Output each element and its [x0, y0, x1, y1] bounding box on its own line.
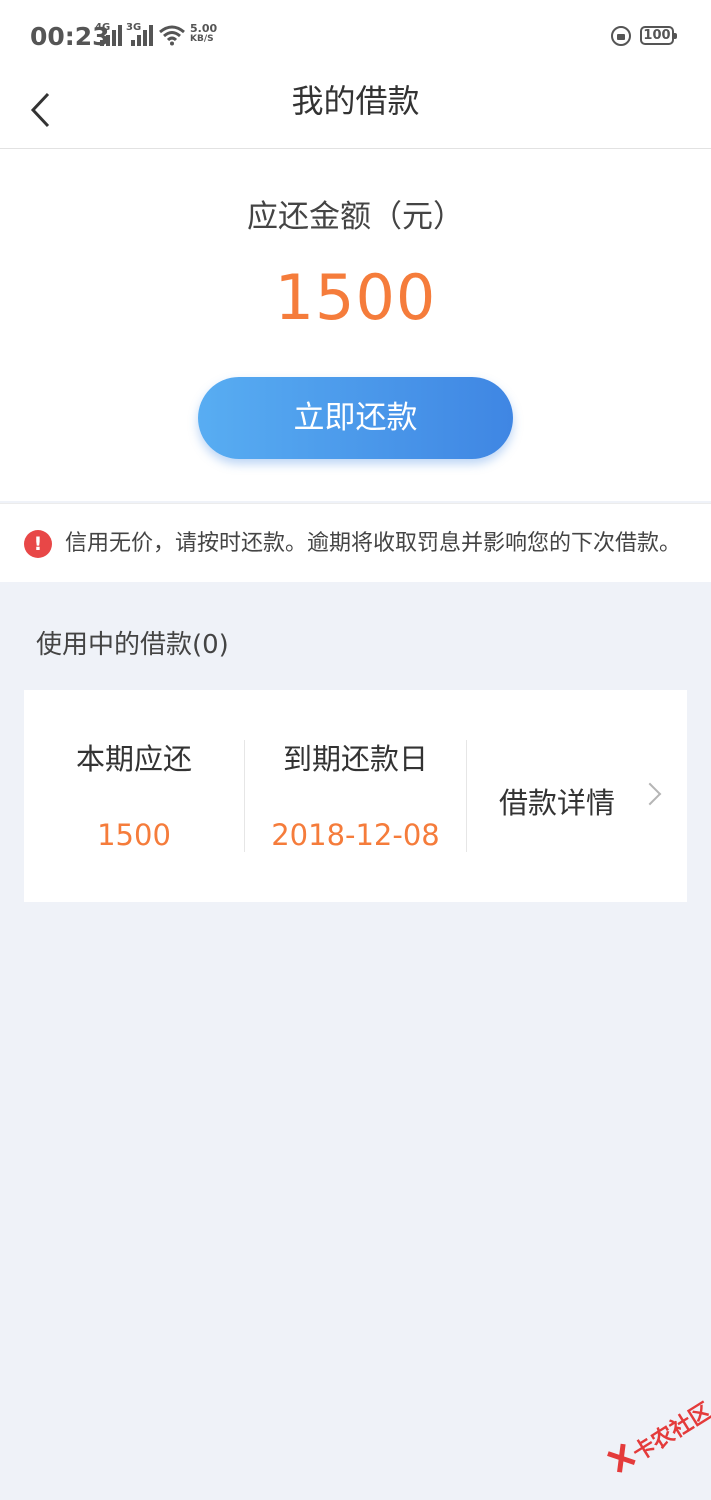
loan-details-link[interactable]: 借款详情	[467, 690, 687, 902]
nav-bar: 我的借款	[0, 72, 711, 149]
current-due-value: 1500	[97, 818, 171, 852]
due-date-column: 到期还款日 2018-12-08	[245, 690, 466, 902]
chevron-right-icon	[638, 782, 662, 806]
watermark-logo: 卡农社区	[598, 1388, 711, 1492]
loan-card: 本期应还 1500 到期还款日 2018-12-08 借款详情	[24, 690, 687, 902]
rotation-lock-icon	[611, 26, 631, 46]
battery-icon: 100	[640, 26, 677, 45]
loan-details-label: 借款详情	[499, 786, 616, 820]
due-date-label: 到期还款日	[282, 742, 428, 776]
alert-icon: !	[24, 530, 52, 558]
current-due-label: 本期应还	[75, 742, 192, 776]
page-title: 我的借款	[291, 82, 420, 120]
credit-notice: ! 信用无价，请按时还款。逾期将收取罚息并影响您的下次借款。	[0, 503, 711, 582]
due-date-value: 2018-12-08	[271, 818, 440, 852]
watermark-text: 卡农社区	[628, 1398, 711, 1467]
wifi-icon	[159, 25, 185, 46]
active-loans-title: 使用中的借款(0)	[36, 630, 229, 660]
notice-text: 信用无价，请按时还款。逾期将收取罚息并影响您的下次借款。	[65, 531, 682, 556]
signal-4g-icon: 4G	[95, 22, 122, 46]
amount-due-value: 1500	[274, 261, 437, 334]
signal-3g-icon: 3G	[126, 22, 153, 46]
current-due-column: 本期应还 1500	[24, 690, 244, 902]
status-bar: 00:23 4G 3G 5.00 KB/S 100	[0, 0, 711, 72]
repayment-summary: 应还金额（元） 1500 立即还款	[0, 149, 711, 501]
network-speed: 5.00 KB/S	[190, 22, 218, 44]
amount-due-label: 应还金额（元）	[247, 199, 464, 235]
repay-now-button[interactable]: 立即还款	[198, 377, 513, 459]
